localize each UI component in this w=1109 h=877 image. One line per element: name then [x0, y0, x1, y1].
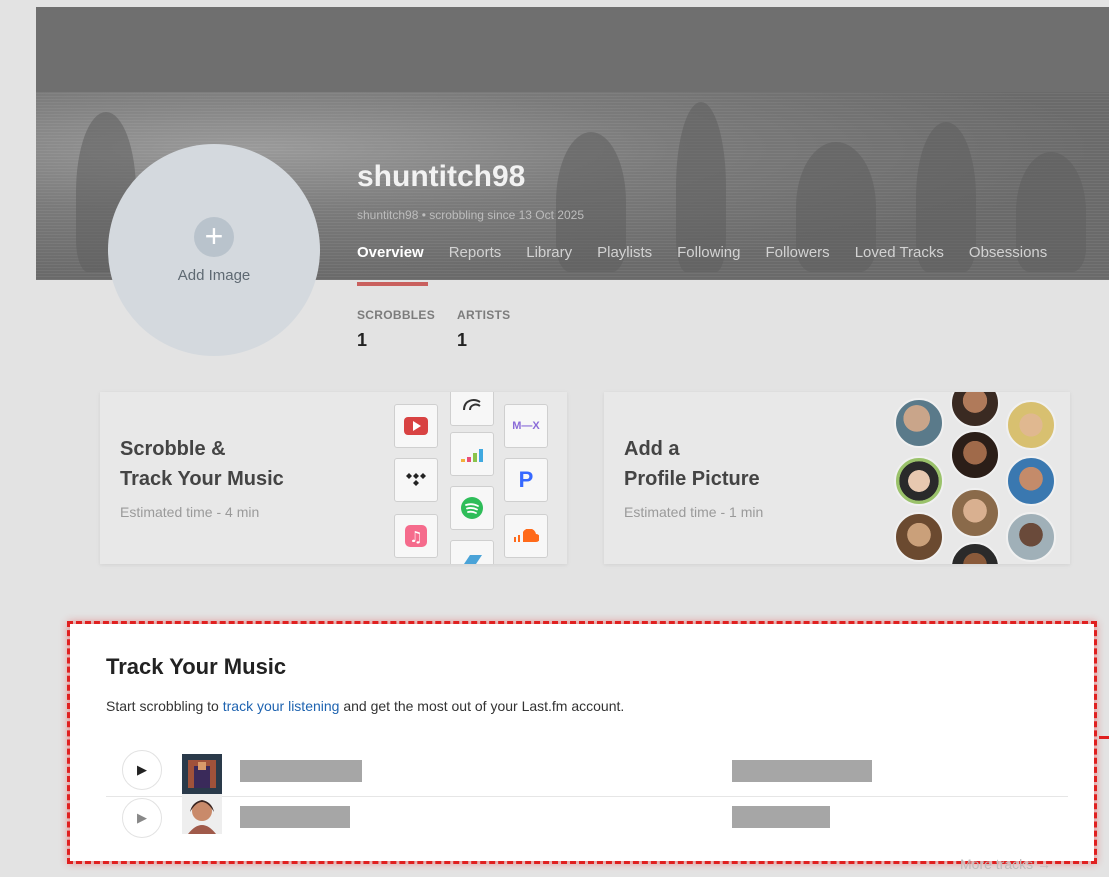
- profile-nav: Overview Reports Library Playlists Follo…: [357, 244, 1072, 261]
- pandora-text: P: [518, 467, 534, 492]
- tab-overview[interactable]: Overview: [357, 244, 424, 261]
- panel-description: Start scrobbling to track your listening…: [106, 698, 624, 714]
- user-avatar: [894, 512, 944, 562]
- top-header-bar: [36, 7, 1109, 92]
- track-name-redacted: [240, 806, 350, 828]
- scrobble-onboarding-card[interactable]: Scrobble & Track Your Music Estimated ti…: [100, 392, 567, 564]
- tab-playlists[interactable]: Playlists: [597, 244, 652, 261]
- artist-name-redacted: [732, 806, 830, 828]
- tab-following[interactable]: Following: [677, 244, 740, 261]
- user-avatar: [950, 392, 1000, 428]
- user-avatar: [1006, 400, 1056, 450]
- profile-subline: shuntitch98 • scrobbling since 13 Oct 20…: [357, 208, 585, 222]
- card-title-line2: Profile Picture: [624, 468, 760, 490]
- stat-scrobbles[interactable]: SCROBBLES 1: [357, 308, 435, 351]
- stat-value: 1: [457, 330, 468, 350]
- plus-icon: +: [194, 216, 234, 257]
- spotify-icon: [450, 486, 494, 530]
- active-tab-indicator: [357, 282, 428, 286]
- pandora-icon: P: [504, 458, 548, 502]
- card-title-line1: Scrobble &: [120, 438, 226, 460]
- lastfm-scrobbler-icon: [450, 392, 494, 426]
- card-title: Scrobble & Track Your Music: [120, 434, 284, 494]
- user-avatar: [950, 430, 1000, 480]
- stat-value: 1: [357, 330, 368, 350]
- track-name-redacted: [240, 760, 362, 782]
- user-avatar: [894, 398, 944, 448]
- stat-artists[interactable]: ARTISTS 1: [457, 308, 510, 351]
- track-your-music-panel: Track Your Music Start scrobbling to tra…: [67, 621, 1097, 864]
- deezer-icon: [450, 432, 494, 476]
- desc-text-after: and get the most out of your Last.fm acc…: [339, 698, 625, 714]
- highlight-connector-mark: [1099, 736, 1109, 739]
- track-your-listening-link[interactable]: track your listening: [223, 698, 340, 714]
- card-title-line2: Track Your Music: [120, 468, 284, 490]
- play-icon: ▶: [137, 762, 147, 777]
- user-avatar: [894, 456, 944, 506]
- album-art: [182, 754, 222, 794]
- mixcloud-text: M—X: [512, 420, 540, 432]
- card-estimated-time: Estimated time - 4 min: [120, 504, 260, 520]
- tidal-icon: [394, 458, 438, 502]
- tab-followers[interactable]: Followers: [766, 244, 830, 261]
- play-button[interactable]: ▶: [122, 750, 162, 790]
- album-art: [182, 794, 222, 834]
- profile-picture-onboarding-card[interactable]: Add a Profile Picture Estimated time - 1…: [604, 392, 1070, 564]
- card-title-line1: Add a: [624, 438, 680, 460]
- soundcloud-icon: [504, 514, 548, 558]
- apple-music-icon: ♫: [394, 514, 438, 558]
- user-avatar: [950, 542, 1000, 564]
- add-profile-image-button[interactable]: + Add Image: [108, 144, 320, 356]
- user-avatar: [950, 488, 1000, 538]
- profile-stats: SCROBBLES 1 ARTISTS 1: [357, 308, 532, 351]
- track-row[interactable]: ▶: [106, 794, 1068, 856]
- stat-label: SCROBBLES: [357, 308, 436, 322]
- play-button[interactable]: ▶: [122, 798, 162, 838]
- track-row[interactable]: ▶: [106, 744, 1068, 797]
- tab-reports[interactable]: Reports: [449, 244, 502, 261]
- profile-username: shuntitch98: [357, 160, 526, 193]
- tab-obsessions[interactable]: Obsessions: [969, 244, 1047, 261]
- stat-label: ARTISTS: [457, 308, 511, 322]
- mixcloud-icon: M—X: [504, 404, 548, 448]
- user-avatar: [1006, 512, 1056, 562]
- tab-library[interactable]: Library: [526, 244, 572, 261]
- card-title: Add a Profile Picture: [624, 434, 760, 494]
- user-avatar: [1006, 456, 1056, 506]
- desc-text-before: Start scrobbling to: [106, 698, 223, 714]
- play-icon: ▶: [137, 810, 147, 825]
- more-tracks-link[interactable]: More tracks →: [960, 856, 1051, 872]
- youtube-icon: [394, 404, 438, 448]
- card-estimated-time: Estimated time - 1 min: [624, 504, 764, 520]
- svg-text:♫: ♫: [409, 528, 422, 546]
- amazon-music-icon: [450, 540, 494, 564]
- add-image-label: Add Image: [177, 266, 251, 284]
- tab-loved-tracks[interactable]: Loved Tracks: [855, 244, 944, 261]
- panel-title: Track Your Music: [106, 654, 287, 679]
- artist-name-redacted: [732, 760, 872, 782]
